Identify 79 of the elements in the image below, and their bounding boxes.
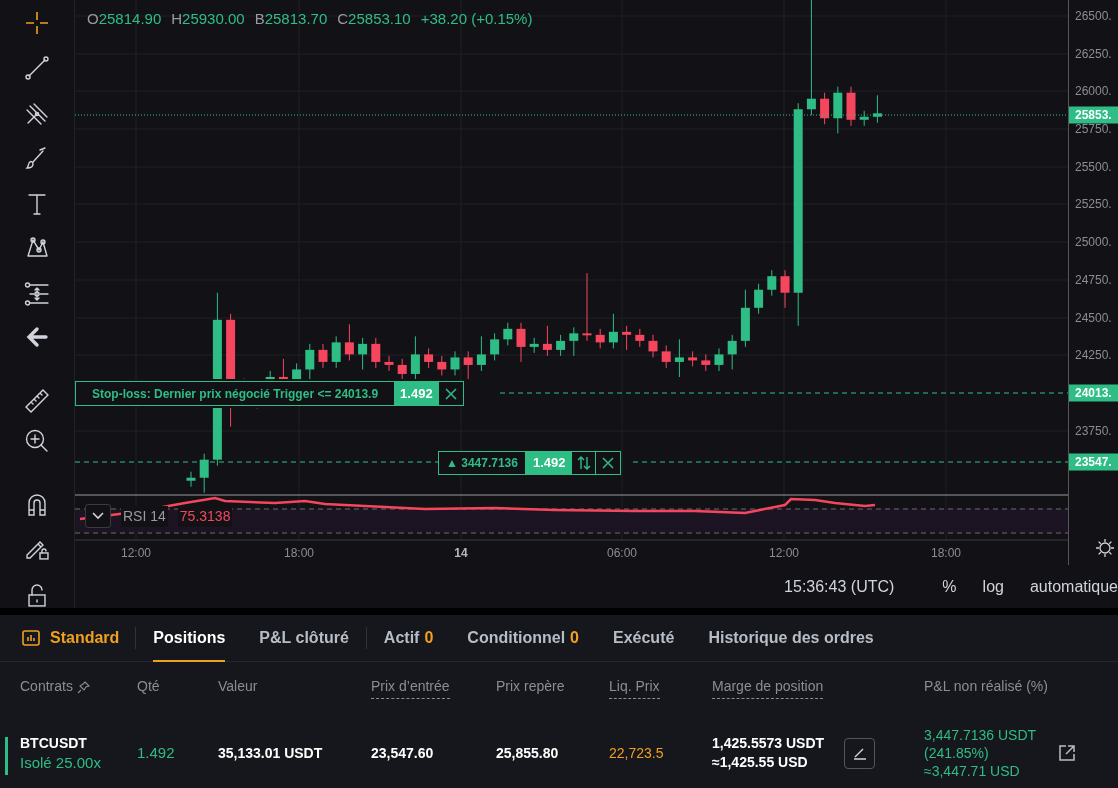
ohlc-value: C25853.10 (337, 9, 411, 29)
view-mode-button[interactable]: Standard (0, 626, 136, 650)
close-icon (444, 387, 457, 400)
settings-icon[interactable] (1095, 538, 1115, 558)
time-label: 18:00 (931, 545, 961, 562)
quantity-tag: 1.492 (394, 382, 439, 405)
tab[interactable]: Exécuté (596, 614, 692, 662)
collapse-button[interactable] (85, 504, 111, 528)
time-label: 12:00 (769, 545, 799, 562)
price-label: 24250. (1075, 347, 1112, 364)
stop-loss-text: Stop-loss: Dernier prix négocié Trigger <= 24013.9 (91, 385, 380, 403)
tab[interactable]: Positions (136, 614, 243, 662)
price-label: 23750. (1075, 423, 1112, 440)
ohlc-value: B25813.70 (254, 9, 328, 29)
share-icon[interactable] (1058, 744, 1076, 762)
table-cell: 1,425.5573 USDT (712, 734, 825, 753)
table-cell-text: 1.492 (137, 742, 176, 763)
column-header: P&L non réalisé (%) (924, 676, 1048, 696)
pencil-icon (852, 746, 867, 760)
tab[interactable]: P&L clôturé (242, 614, 366, 662)
column-header: Marge de position (712, 675, 824, 699)
chevron-down-icon (92, 512, 104, 520)
scale-option[interactable]: % (942, 574, 957, 599)
ruler-icon[interactable] (24, 388, 50, 415)
price-label: 24500. (1075, 310, 1112, 327)
price-label: 25750. (1075, 121, 1112, 138)
time-label: 06:00 (607, 545, 637, 562)
price-tag: 23547. (1069, 453, 1118, 471)
column-header: Prix repère (496, 676, 565, 696)
table-cell-text: ≈3,447.71 USD (924, 762, 1021, 780)
edit-button[interactable] (844, 737, 876, 769)
price-label: 24750. (1075, 272, 1112, 289)
table-cell-text: ≈1,425.55 USD (712, 753, 809, 772)
swap-arrows-icon (577, 456, 591, 470)
margin-mode: Isolé 25.00x (20, 753, 102, 772)
column-header: Contrats (20, 676, 73, 696)
ohlc-value: H25930.00 (171, 9, 245, 29)
indicator-label: RSI 14 (121, 505, 168, 527)
tab[interactable]: Conditionnel 0 (450, 614, 596, 662)
time-label: 12:00 (121, 545, 151, 562)
line-tool-icon[interactable] (24, 54, 50, 81)
tab[interactable]: Actif 0 (366, 614, 451, 662)
price-label: 25000. (1075, 234, 1112, 251)
chart-icon (22, 630, 40, 646)
ohlc-value: O25814.90 (87, 9, 162, 29)
indicator-value: 75.3138 (177, 505, 233, 527)
table-cell-text: (241.85%) (924, 744, 990, 762)
close-icon (602, 457, 615, 469)
position-side-bar (5, 737, 8, 775)
time-label: 14 (454, 545, 468, 562)
tab[interactable]: Historique des ordres (691, 614, 891, 662)
price-label: 26500. (1075, 8, 1112, 25)
clock-text: 15:36:43 (UTC) (784, 576, 895, 597)
table-cell-text: 3,447.7136 USDT (924, 726, 1038, 744)
column-header: Prix d’entrée (371, 675, 450, 699)
column-header: Valeur (218, 676, 258, 696)
column-header: Liq. Prix (609, 675, 660, 699)
price-change: +38.20 (+0.15%) (420, 9, 533, 29)
price-label: 26000. (1075, 83, 1112, 100)
pin-icon[interactable] (76, 680, 90, 694)
unrealized-pnl-text: ▲ 3447.7136 (439, 452, 526, 474)
price-tag: 25853. (1069, 106, 1118, 124)
measure-lines-icon[interactable] (24, 280, 50, 307)
table-cell-text: 22,723.5 (609, 743, 665, 763)
scale-option[interactable]: log (982, 574, 1004, 599)
table-cell-text: 35,133.01 USDT (218, 743, 324, 763)
price-label: 26250. (1075, 46, 1112, 63)
column-header: Qté (137, 676, 160, 696)
crosshair-icon[interactable] (24, 10, 50, 36)
table-cell-text: 25,855.80 (496, 743, 560, 763)
price-label: 25500. (1075, 159, 1112, 176)
quantity-tag: 1.492 (525, 452, 573, 474)
contract-symbol: BTCUSDT (20, 734, 88, 753)
price-label: 25250. (1075, 196, 1112, 213)
time-label: 18:00 (284, 545, 314, 562)
scale-option[interactable]: automatique (1029, 574, 1118, 599)
pitchfork-icon[interactable] (24, 100, 50, 127)
price-tag: 24013. (1069, 384, 1118, 402)
table-cell-text: 23,547.60 (371, 743, 435, 763)
